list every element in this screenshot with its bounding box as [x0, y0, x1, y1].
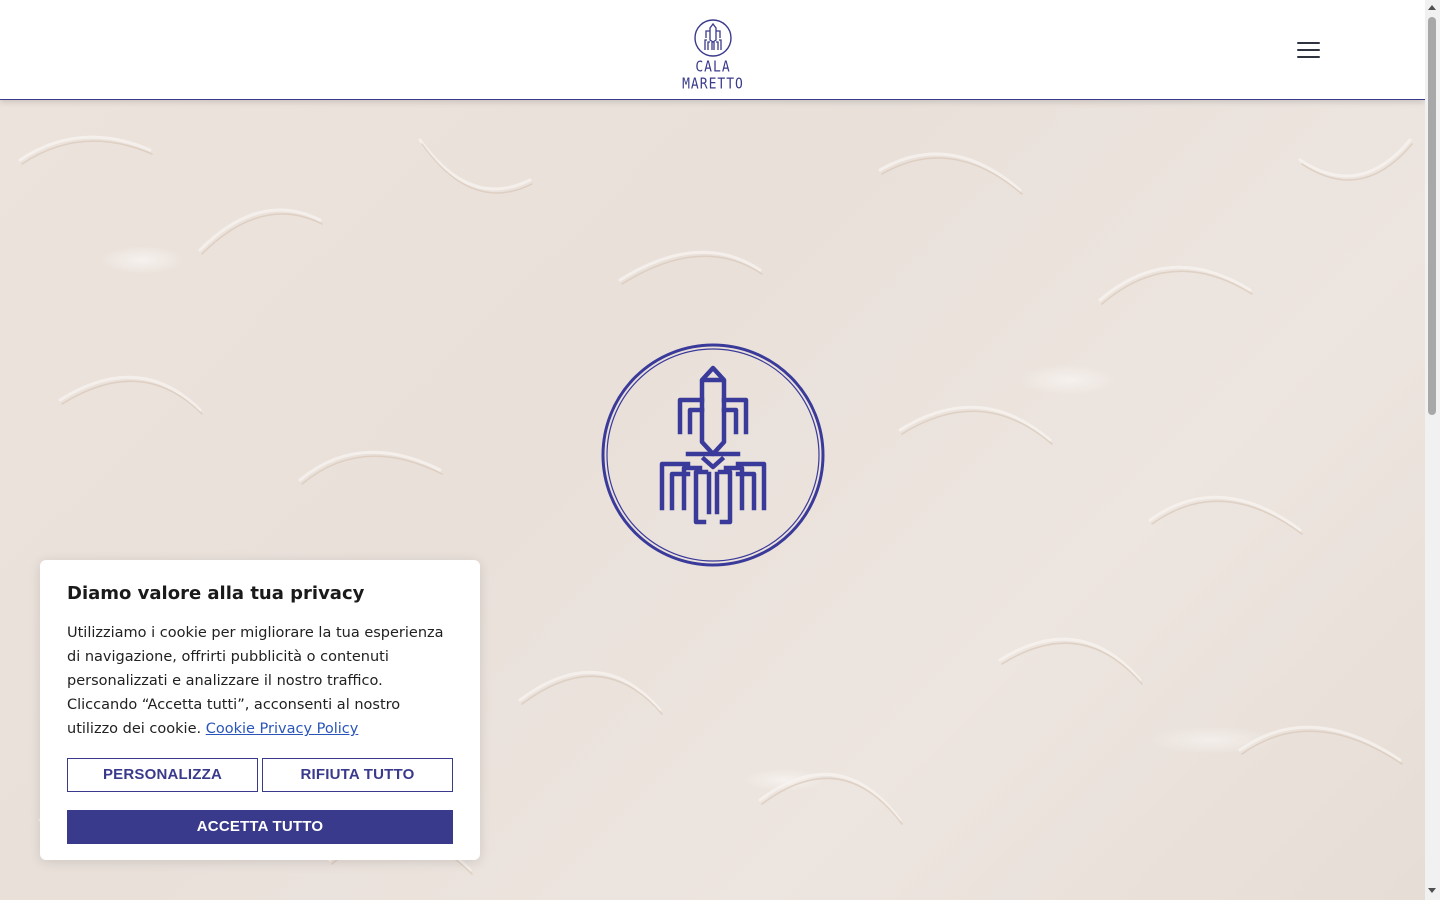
customize-button[interactable]: PERSONALIZZA: [67, 758, 258, 792]
menu-line: [1297, 42, 1320, 44]
page: CALA MARETTO Diamo valore alla tua priva…: [0, 0, 1425, 900]
cookie-secondary-actions: PERSONALIZZA RIFIUTA TUTTO: [67, 758, 453, 792]
reject-all-button[interactable]: RIFIUTA TUTTO: [262, 758, 453, 792]
site-header: CALA MARETTO: [0, 0, 1425, 100]
scroll-down-arrow-icon[interactable]: [1428, 888, 1436, 893]
brand-logo[interactable]: CALA MARETTO: [663, 18, 763, 93]
cookie-consent-banner: Diamo valore alla tua privacy Utilizziam…: [40, 560, 480, 860]
squid-emblem-icon: [601, 343, 825, 567]
page-scrollbar[interactable]: [1425, 0, 1440, 900]
squid-logo-icon: [694, 19, 732, 57]
hamburger-menu-icon[interactable]: [1297, 40, 1323, 62]
menu-line: [1297, 49, 1320, 51]
cookie-description: Utilizziamo i cookie per migliorare la t…: [67, 621, 453, 741]
cookie-policy-link[interactable]: Cookie Privacy Policy: [206, 721, 359, 737]
brand-name: CALA MARETTO: [682, 58, 744, 94]
scrollbar-thumb[interactable]: [1428, 17, 1436, 415]
accept-all-button[interactable]: ACCETTA TUTTO: [67, 810, 453, 844]
scroll-up-arrow-icon[interactable]: [1428, 5, 1436, 10]
cookie-title: Diamo valore alla tua privacy: [67, 583, 365, 604]
menu-line: [1297, 56, 1320, 58]
